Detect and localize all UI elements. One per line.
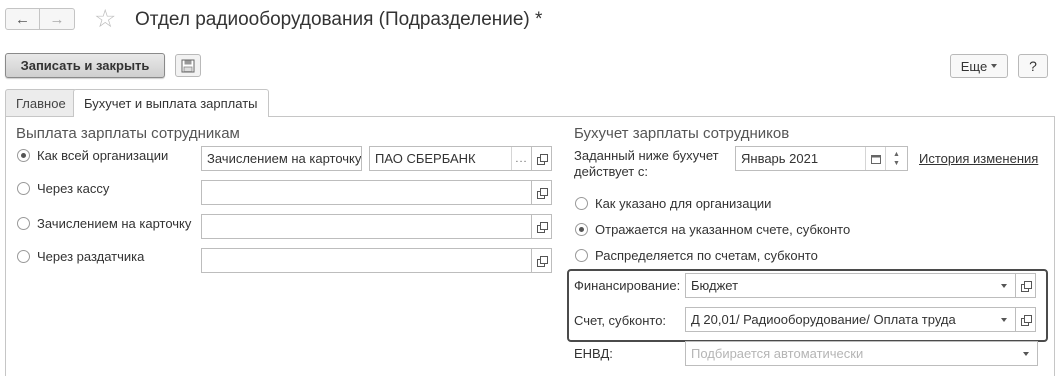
arrow-left-icon: ← (15, 10, 30, 28)
open-financing-button[interactable] (1016, 273, 1036, 298)
arrow-right-icon: → (49, 10, 65, 28)
envd-field[interactable]: Подбирается автоматически (685, 341, 1038, 366)
chevron-down-icon (1001, 283, 1007, 288)
salary-payment-title: Выплата зарплаты сотрудникам (16, 125, 240, 142)
accounting-title: Бухучет зарплаты сотрудников (574, 125, 790, 142)
open-distributor-button[interactable] (532, 248, 552, 273)
effective-date-field[interactable]: Январь 2021 ▲ ▼ (735, 146, 908, 171)
distributor-field[interactable] (201, 248, 532, 273)
radio-label: Как указано для организации (595, 196, 772, 211)
favorite-star-icon[interactable]: ☆ (94, 4, 116, 34)
open-icon (1020, 314, 1032, 326)
open-icon (536, 221, 548, 233)
save-button[interactable] (175, 54, 201, 77)
radio-option-as-org[interactable]: Как указано для организации (575, 196, 771, 211)
open-icon (1020, 280, 1032, 292)
history-link[interactable]: История изменения (919, 151, 1038, 166)
financing-field[interactable]: Бюджет (685, 273, 1016, 298)
tab-main[interactable]: Главное (5, 89, 77, 116)
select-button[interactable]: ... (511, 147, 531, 170)
radio-button[interactable] (17, 182, 30, 195)
spin-down-icon: ▼ (893, 159, 900, 167)
open-card-button[interactable] (532, 214, 552, 239)
envd-placeholder: Подбирается автоматически (691, 346, 864, 361)
back-button[interactable]: ← (5, 8, 40, 30)
help-button[interactable]: ? (1018, 54, 1048, 78)
envd-dropdown-button[interactable] (1015, 342, 1037, 365)
more-label: Еще (960, 58, 988, 74)
radio-button[interactable] (575, 249, 588, 262)
account-dropdown-button[interactable] (993, 308, 1015, 331)
radio-label: Распределяется по счетам, субконто (595, 248, 818, 263)
radio-option-card[interactable]: Зачислением на карточку (17, 216, 191, 231)
open-cash-button[interactable] (532, 180, 552, 205)
radio-option-cash[interactable]: Через кассу (17, 181, 109, 196)
financing-dropdown-button[interactable] (993, 274, 1015, 297)
tab-accounting-salary[interactable]: Бухучет и выплата зарплаты (73, 89, 269, 117)
spin-up-icon: ▲ (893, 150, 900, 158)
radio-label: Через кассу (37, 181, 110, 196)
radio-option-specified-account[interactable]: Отражается на указанном счете, субконто (575, 222, 850, 237)
bank-field[interactable]: ПАО СБЕРБАНК ... (369, 146, 532, 171)
floppy-disk-icon (181, 59, 195, 72)
save-and-close-button[interactable]: Записать и закрыть (5, 53, 165, 78)
chevron-down-icon (991, 64, 998, 68)
forward-button[interactable]: → (40, 8, 75, 30)
effective-date-value: Январь 2021 (741, 151, 819, 166)
more-button[interactable]: Еще (950, 54, 1008, 78)
open-icon (536, 153, 548, 165)
bank-value: ПАО СБЕРБАНК (375, 151, 476, 166)
radio-button[interactable] (17, 217, 30, 230)
effective-label-line2: действует с: (574, 164, 648, 179)
radio-button[interactable] (575, 223, 588, 236)
cash-field[interactable] (201, 180, 532, 205)
open-icon (536, 255, 548, 267)
chevron-down-icon (1001, 317, 1007, 322)
calendar-icon (870, 154, 881, 164)
payment-method-field[interactable]: Зачислением на карточку (201, 146, 362, 171)
account-label: Счет, субконто: (574, 313, 667, 328)
radio-button[interactable] (17, 250, 30, 263)
open-bank-button[interactable] (532, 146, 552, 171)
radio-option-distributor[interactable]: Через раздатчика (17, 249, 144, 264)
radio-button[interactable] (17, 149, 30, 162)
calendar-button[interactable] (865, 147, 885, 170)
radio-label: Отражается на указанном счете, субконто (595, 222, 851, 237)
radio-button[interactable] (575, 197, 588, 210)
open-account-button[interactable] (1016, 307, 1036, 332)
account-field[interactable]: Д 20,01/ Радиооборудование/ Оплата труда (685, 307, 1016, 332)
financing-label: Финансирование: (574, 278, 681, 293)
radio-label: Через раздатчика (37, 249, 145, 264)
effective-label-line1: Заданный ниже бухучет (574, 148, 719, 163)
radio-label: Как всей организации (37, 148, 169, 163)
radio-option-org[interactable]: Как всей организации (17, 148, 168, 163)
card-field[interactable] (201, 214, 532, 239)
envd-label: ЕНВД: (574, 346, 613, 361)
spinner-button[interactable]: ▲ ▼ (885, 147, 907, 170)
account-value: Д 20,01/ Радиооборудование/ Оплата труда (691, 312, 956, 327)
open-icon (536, 187, 548, 199)
financing-value: Бюджет (691, 278, 739, 293)
radio-label: Зачислением на карточку (37, 216, 192, 231)
chevron-down-icon (1023, 351, 1029, 356)
window-title: Отдел радиооборудования (Подразделение) … (135, 9, 543, 30)
radio-option-distributed[interactable]: Распределяется по счетам, субконто (575, 248, 818, 263)
